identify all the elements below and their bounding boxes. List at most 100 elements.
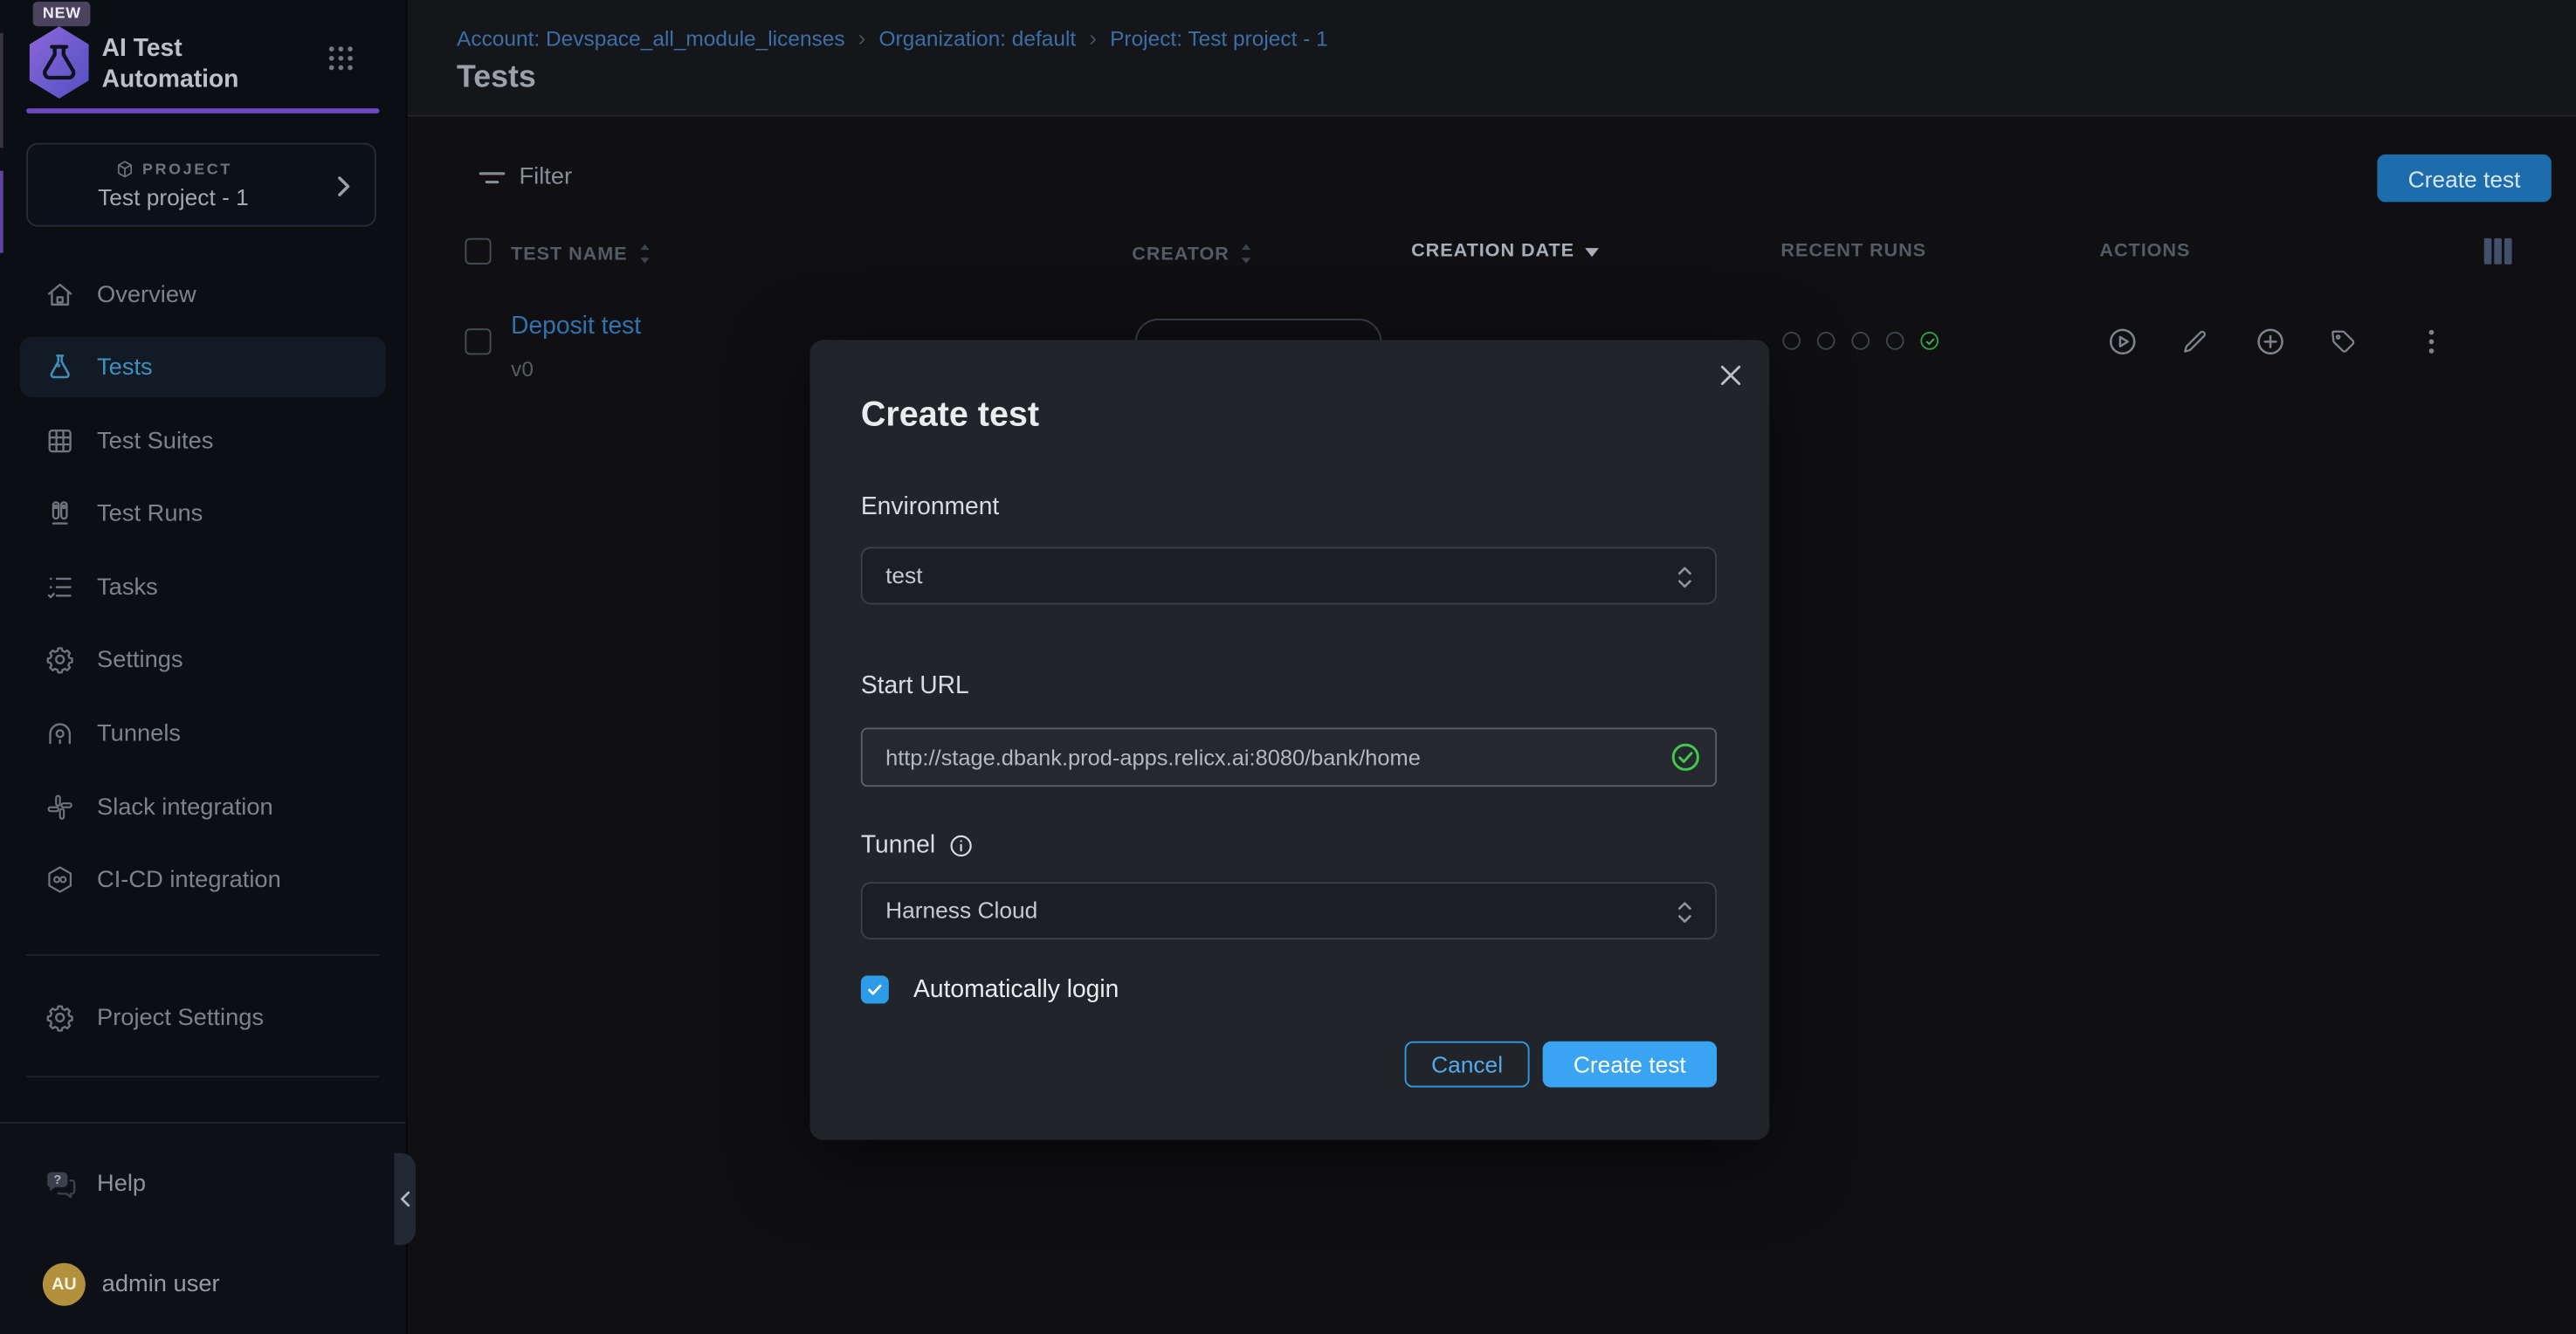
check-icon [1923,334,1936,347]
sidebar-item-label: Test Runs [97,500,203,526]
more-options-kebab-icon[interactable] [2415,326,2449,359]
test-version: v0 [511,356,534,381]
sidebar-item-test-runs[interactable]: Test Runs [20,483,387,544]
cancel-button[interactable]: Cancel [1405,1042,1530,1088]
run-dot-empty[interactable] [1817,332,1836,350]
help-chat-icon: ? [43,1166,79,1201]
run-test-icon[interactable] [2106,326,2139,359]
create-test-submit-button[interactable]: Create test [1543,1042,1717,1088]
environment-select[interactable]: test [861,547,1717,604]
add-plus-icon[interactable] [2254,326,2287,359]
app-logo-icon[interactable] [24,24,93,100]
tag-icon[interactable] [2328,327,2358,356]
auto-login-label: Automatically login [913,976,1119,1004]
app-window: NEW AI Test Automation [0,0,2576,1334]
edit-pencil-icon[interactable] [2180,327,2210,356]
grid-icon [45,425,76,457]
column-header-test-name[interactable]: TEST NAME [511,242,652,266]
column-label: CREATOR [1132,244,1229,264]
avatar: AU [43,1262,86,1305]
sort-arrows-icon [1239,242,1254,266]
module-switcher-icon[interactable] [327,45,355,72]
chevron-left-icon [399,1191,410,1207]
sidebar-item-overview[interactable]: Overview [20,265,387,326]
sidebar-item-label: Project Settings [97,1004,264,1030]
check-icon [865,980,884,999]
help-button[interactable]: ? Help [20,1153,387,1214]
row-checkbox[interactable] [465,328,491,354]
tunnel-value: Harness Cloud [885,884,1037,938]
start-url-input[interactable] [861,727,1717,787]
sidebar-item-label: Tunnels [97,720,181,746]
sidebar-item-settings[interactable]: Settings [20,629,387,691]
column-header-creator[interactable]: CREATOR [1132,242,1254,266]
sidebar-item-cicd-integration[interactable]: CI-CD integration [20,849,387,911]
auto-login-checkbox-row[interactable]: Automatically login [861,976,1119,1004]
sidebar-divider [26,954,379,956]
new-badge: NEW [33,2,92,26]
breadcrumb-project-link[interactable]: Project: Test project - 1 [1110,25,1328,50]
app-title-line1: AI Test [102,33,239,65]
sidebar: NEW AI Test Automation [0,0,406,1334]
column-header-recent-runs: RECENT RUNS [1780,242,1926,262]
sidebar-item-tunnels[interactable]: Tunnels [20,703,387,764]
sidebar-item-test-suites[interactable]: Test Suites [20,410,387,471]
help-label: Help [97,1170,146,1196]
start-url-field [861,727,1717,787]
sidebar-divider [26,1076,379,1077]
module-scrollbar-thumb[interactable] [0,171,3,253]
select-all-checkbox[interactable] [465,238,491,265]
gear-icon [45,644,76,676]
modal-title: Create test [861,395,1039,435]
environment-label: Environment [861,492,999,520]
breadcrumb-separator: › [858,24,866,51]
info-icon[interactable] [948,832,975,858]
sidebar-collapse-handle[interactable] [395,1153,416,1245]
tunnel-icon [45,718,76,749]
column-label: RECENT RUNS [1780,242,1926,262]
url-valid-check-icon [1669,741,1702,774]
cube-icon [114,159,134,179]
column-header-creation-date[interactable]: CREATION DATE [1411,242,1601,262]
run-dot-empty[interactable] [1851,332,1870,350]
test-runs-icon [45,498,76,529]
filter-button[interactable]: Filter [478,164,572,190]
column-label: CREATION DATE [1411,242,1574,262]
app-title-line2: Automation [102,64,239,95]
breadcrumb-account-link[interactable]: Account: Devspace_all_module_licenses [457,25,845,50]
page-header: Account: Devspace_all_module_licenses › … [408,0,2576,117]
filter-label: Filter [520,164,573,190]
run-dot-passed[interactable] [1920,332,1939,350]
auto-login-checkbox[interactable] [861,976,889,1004]
run-dot-empty[interactable] [1782,332,1801,350]
brand-accent-rule [26,108,379,113]
run-dot-empty[interactable] [1886,332,1904,350]
chevron-right-icon [335,175,354,196]
sidebar-item-label: Tasks [97,574,158,601]
user-menu[interactable]: AU admin user [20,1253,387,1314]
start-url-label-text: Start URL [861,671,969,699]
sidebar-item-tests[interactable]: Tests [20,337,387,398]
project-selector[interactable]: PROJECT Test project - 1 [26,143,376,227]
close-icon[interactable] [1705,350,1754,399]
column-header-actions: ACTIONS [2099,242,2190,262]
create-test-modal: Create test Environment test Start URL T… [810,340,1770,1139]
user-name: admin user [102,1270,220,1296]
slack-icon [45,792,76,823]
project-name: Test project - 1 [28,184,319,210]
recent-runs-indicators [1782,332,1939,350]
sidebar-item-label: Slack integration [97,794,273,821]
tunnel-select[interactable]: Harness Cloud [861,882,1717,939]
svg-text:?: ? [53,1172,61,1186]
test-name-link[interactable]: Deposit test [511,312,641,340]
sidebar-item-tasks[interactable]: Tasks [20,557,387,618]
breadcrumb: Account: Devspace_all_module_licenses › … [457,24,1328,51]
sidebar-item-slack-integration[interactable]: Slack integration [20,777,387,838]
column-settings-icon[interactable] [2484,238,2512,265]
breadcrumb-organization-link[interactable]: Organization: default [879,25,1077,50]
create-test-button-toolbar[interactable]: Create test [2377,155,2551,203]
select-stepper-icon [1674,561,1695,593]
page-title: Tests [457,61,536,97]
flask-icon [45,352,76,383]
sidebar-item-project-settings[interactable]: Project Settings [20,987,387,1049]
